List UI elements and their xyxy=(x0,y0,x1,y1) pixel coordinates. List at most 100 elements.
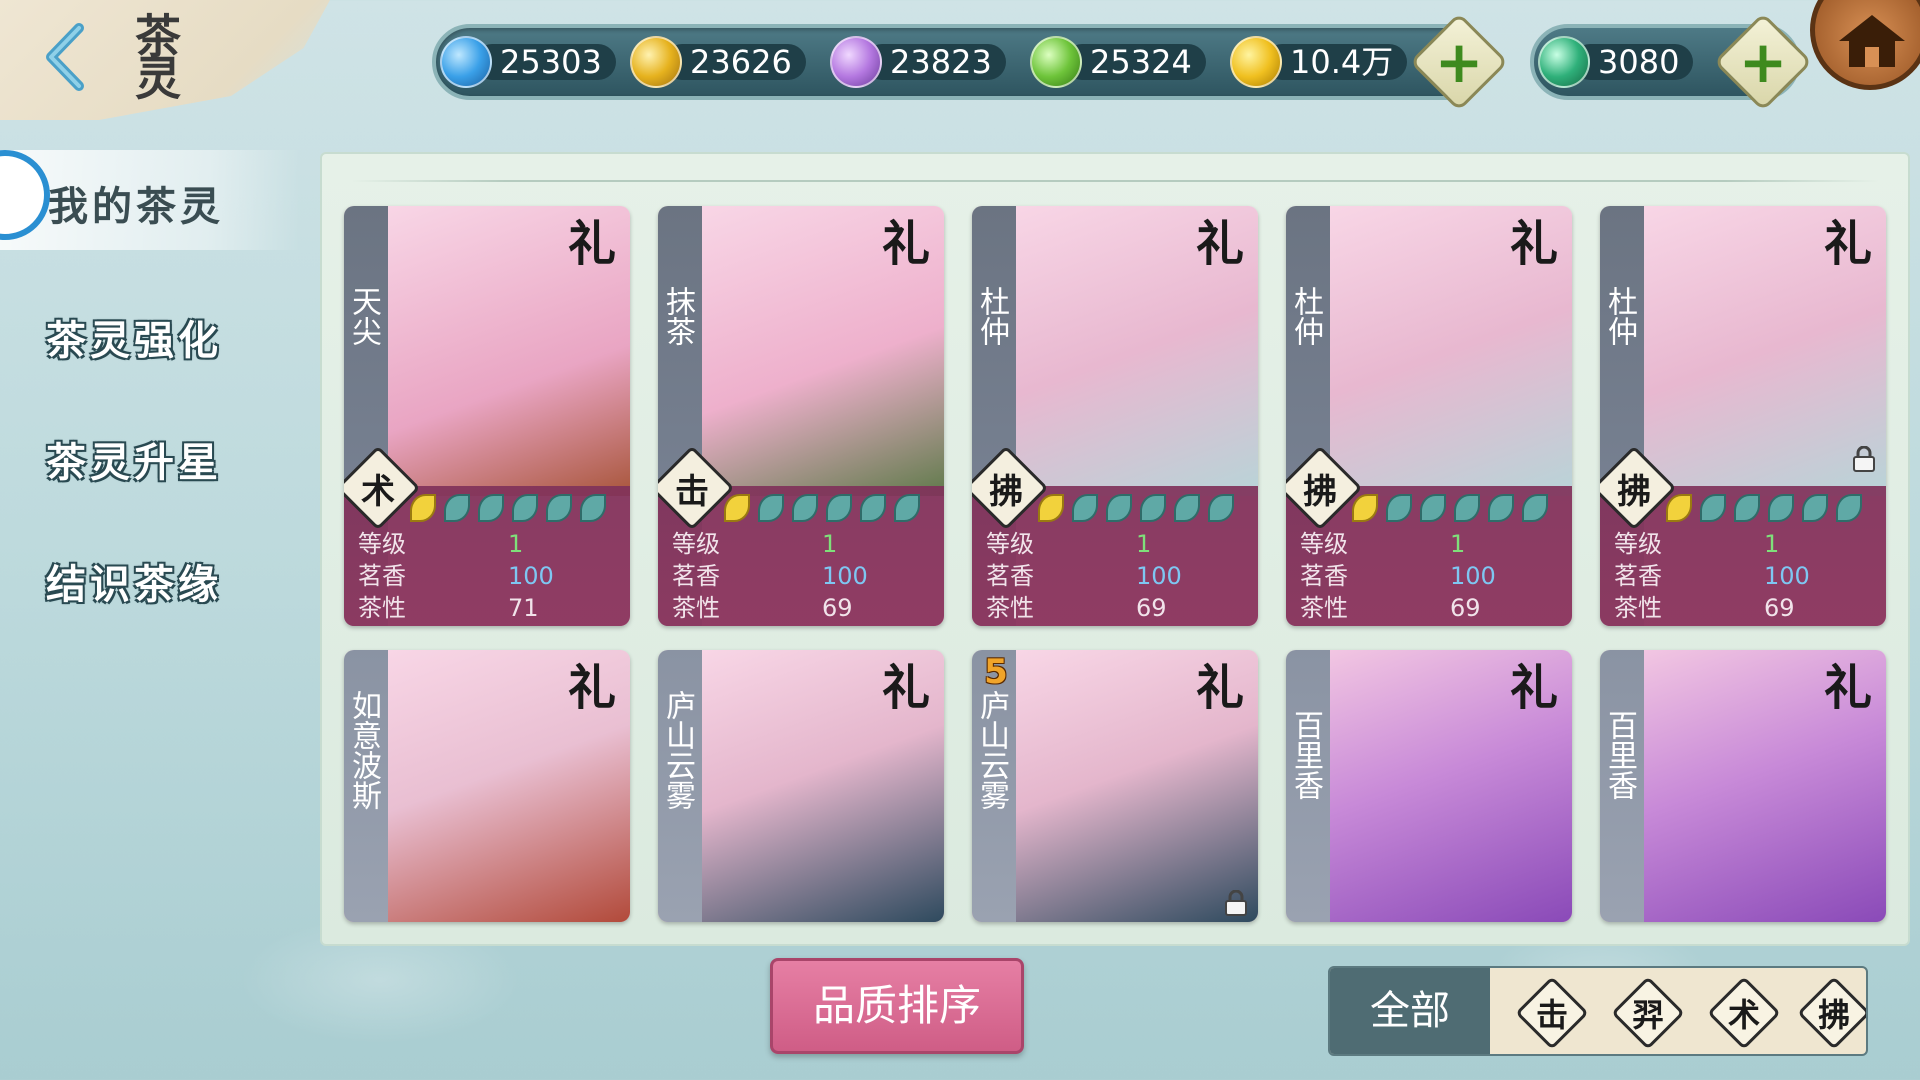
spirit-card[interactable]: 如意波斯 礼 xyxy=(344,650,630,922)
stat-label-fragrance: 茗香 xyxy=(986,562,1034,590)
leaf-rating xyxy=(724,494,920,522)
spirit-card[interactable]: 杜仲 礼 等级 1 茗香 100 茶性 69 拂 xyxy=(1286,206,1572,626)
home-button[interactable] xyxy=(1810,0,1920,90)
filter-strike-button[interactable]: 击 xyxy=(1515,976,1589,1050)
divider xyxy=(352,180,1878,182)
card-name: 杜仲 xyxy=(1288,286,1323,346)
gold-gem-icon xyxy=(630,36,682,88)
filter-yi-button[interactable]: 羿 xyxy=(1611,976,1685,1050)
nav-item-my-spirits[interactable]: 我的茶灵 xyxy=(0,150,300,250)
stat-label-level: 等级 xyxy=(672,530,720,558)
spirit-card[interactable]: 百里香 礼 xyxy=(1600,650,1886,922)
stat-nature: 71 xyxy=(508,594,539,622)
stat-fragrance: 100 xyxy=(1450,562,1496,590)
card-name: 杜仲 xyxy=(1602,286,1637,346)
leaf-icon xyxy=(1522,494,1548,522)
leaf-icon xyxy=(1836,494,1862,522)
resource-value: 25324 xyxy=(1064,44,1206,80)
leaf-icon xyxy=(1140,494,1166,522)
leaf-rating xyxy=(1666,494,1862,522)
nav-item-meet[interactable]: 结识茶缘 xyxy=(46,552,222,610)
resource-value: 25303 xyxy=(474,44,616,80)
chevron-left-icon xyxy=(46,23,84,91)
type-filter-bar: 全部 击 羿 术 拂 xyxy=(1328,966,1868,1056)
stat-level: 1 xyxy=(1764,530,1780,558)
resource-value: 23823 xyxy=(864,44,1006,80)
nav-item-label: 我的茶灵 xyxy=(48,183,224,230)
leaf-rating xyxy=(1352,494,1548,522)
leaf-icon xyxy=(1072,494,1098,522)
leaf-icon xyxy=(1386,494,1412,522)
leaf-icon xyxy=(724,494,750,522)
page-title: 茶灵 xyxy=(128,12,182,96)
leaf-icon xyxy=(1038,494,1064,522)
card-grid-panel: 天尖 礼 等级 1 茗香 100 茶性 71 术 抹茶 礼 等级 1 茗香 100 茶性 6… xyxy=(320,152,1910,946)
leaf-icon xyxy=(512,494,538,522)
stat-label-fragrance: 茗香 xyxy=(1614,562,1662,590)
gold-coin-icon xyxy=(1230,36,1282,88)
leaf-icon xyxy=(860,494,886,522)
leaf-icon xyxy=(826,494,852,522)
leaf-icon xyxy=(758,494,784,522)
stat-label-fragrance: 茗香 xyxy=(358,562,406,590)
stat-label-level: 等级 xyxy=(986,530,1034,558)
rank-badge: 礼 xyxy=(1509,660,1558,716)
stat-nature: 69 xyxy=(1764,594,1795,622)
purple-gem-icon xyxy=(830,36,882,88)
card-name: 庐山云雾 xyxy=(660,690,695,810)
stat-nature: 69 xyxy=(1136,594,1167,622)
stat-fragrance: 100 xyxy=(1136,562,1182,590)
stat-label-fragrance: 茗香 xyxy=(672,562,720,590)
stat-label-nature: 茶性 xyxy=(1614,594,1662,622)
lock-icon xyxy=(1853,446,1875,472)
spirit-card[interactable]: 杜仲 礼 等级 1 茗香 100 茶性 69 拂 xyxy=(1600,206,1886,626)
stat-label-level: 等级 xyxy=(1300,530,1348,558)
quality-sort-button[interactable]: 品质排序 xyxy=(770,958,1024,1054)
filter-art-button[interactable]: 术 xyxy=(1707,976,1781,1050)
spirit-card[interactable]: 天尖 礼 等级 1 茗香 100 茶性 71 术 xyxy=(344,206,630,626)
resource-value: 10.4万 xyxy=(1264,44,1408,80)
nav-item-star-up[interactable]: 茶灵升星 xyxy=(46,430,222,488)
leaf-icon xyxy=(444,494,470,522)
stat-label-nature: 茶性 xyxy=(672,594,720,622)
stat-fragrance: 100 xyxy=(1764,562,1810,590)
leaf-icon xyxy=(1352,494,1378,522)
rank-badge: 礼 xyxy=(1509,216,1558,272)
filter-brush-button[interactable]: 拂 xyxy=(1797,976,1866,1050)
leaf-icon xyxy=(1666,494,1692,522)
leaf-icon xyxy=(1802,494,1828,522)
plus-icon: + xyxy=(1738,28,1788,96)
leaf-icon xyxy=(792,494,818,522)
jade-icon xyxy=(1538,36,1590,88)
card-name: 杜仲 xyxy=(974,286,1009,346)
spirit-card[interactable]: 杜仲 礼 等级 1 茗香 100 茶性 69 拂 xyxy=(972,206,1258,626)
rank-badge: 礼 xyxy=(1823,216,1872,272)
leaf-icon xyxy=(1420,494,1446,522)
home-icon xyxy=(1839,15,1905,67)
spirit-card[interactable]: 抹茶 礼 等级 1 茗香 100 茶性 69 击 xyxy=(658,206,944,626)
stat-level: 1 xyxy=(508,530,524,558)
spirit-card[interactable]: 5 庐山云雾 礼 xyxy=(972,650,1258,922)
leaf-icon xyxy=(1106,494,1132,522)
leaf-icon xyxy=(410,494,436,522)
rank-badge: 礼 xyxy=(1195,216,1244,272)
spirit-card[interactable]: 百里香 礼 xyxy=(1286,650,1572,922)
spirit-card[interactable]: 庐山云雾 礼 xyxy=(658,650,944,922)
leaf-rating xyxy=(410,494,606,522)
rank-badge: 礼 xyxy=(881,216,930,272)
card-name: 天尖 xyxy=(346,286,381,346)
filter-all-button[interactable]: 全部 xyxy=(1330,968,1490,1054)
leaf-icon xyxy=(478,494,504,522)
side-nav: 我的茶灵 茶灵强化 茶灵升星 结识茶缘 xyxy=(0,120,320,1080)
stat-nature: 69 xyxy=(822,594,853,622)
nav-item-enhance[interactable]: 茶灵强化 xyxy=(46,308,222,366)
leaf-icon xyxy=(1734,494,1760,522)
back-button[interactable] xyxy=(40,22,90,92)
stat-nature: 69 xyxy=(1450,594,1481,622)
leaf-rating xyxy=(1038,494,1234,522)
leaf-icon xyxy=(1488,494,1514,522)
stat-label-nature: 茶性 xyxy=(1300,594,1348,622)
resource-value: 23626 xyxy=(664,44,806,80)
stat-level: 1 xyxy=(822,530,838,558)
green-gem-icon xyxy=(1030,36,1082,88)
